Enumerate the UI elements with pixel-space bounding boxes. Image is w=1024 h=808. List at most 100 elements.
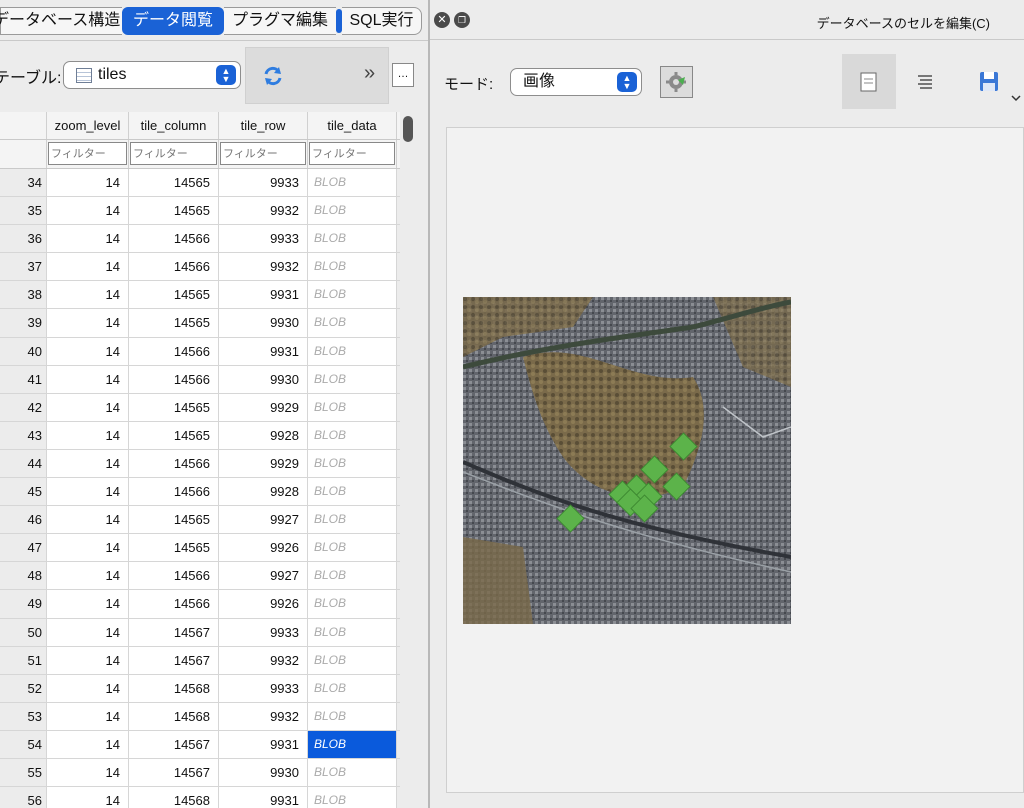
table-row[interactable]: 50 14 14567 9933 BLOB [0,618,400,647]
cell-tile-row[interactable]: 9927 [219,562,308,590]
cell-tile-row[interactable]: 9926 [219,590,308,618]
cell-tile-column[interactable]: 14566 [129,337,219,365]
cell-tile-row[interactable]: 9933 [219,169,308,197]
cell-tile-data[interactable]: BLOB [308,197,397,225]
cell-tile-column[interactable]: 14566 [129,449,219,478]
cell-tile-data[interactable]: BLOB [308,169,397,197]
cell-zoom-level[interactable]: 14 [47,393,129,421]
cell-tile-row[interactable]: 9927 [219,506,308,534]
cell-tile-data[interactable]: BLOB [308,534,397,562]
cell-tile-data[interactable]: BLOB [308,506,397,534]
cell-tile-data[interactable]: BLOB [308,309,397,337]
row-id-cell[interactable]: 40 [0,337,47,365]
cell-zoom-level[interactable]: 14 [47,506,129,534]
table-row[interactable]: 40 14 14566 9931 BLOB [0,337,400,366]
filter-tile-column[interactable] [130,142,217,165]
cell-tile-row[interactable]: 9930 [219,309,308,337]
cell-tile-data[interactable]: BLOB [308,787,397,808]
cell-zoom-level[interactable]: 14 [47,309,129,337]
cell-tile-data[interactable]: BLOB [308,337,397,365]
table-row[interactable]: 47 14 14565 9926 BLOB [0,534,400,563]
scrollbar-thumb[interactable] [403,116,413,142]
cell-tile-row[interactable]: 9930 [219,758,308,787]
cell-tile-row[interactable]: 9928 [219,421,308,449]
cell-tile-column[interactable]: 14566 [129,478,219,506]
close-icon[interactable]: ✕ [434,12,450,28]
export-button[interactable] [898,54,952,109]
cell-tile-row[interactable]: 9933 [219,225,308,253]
cell-tile-row[interactable]: 9930 [219,365,308,393]
table-row[interactable]: 53 14 14568 9932 BLOB [0,702,400,731]
filter-tile-data[interactable] [309,142,395,165]
table-row[interactable]: 45 14 14566 9928 BLOB [0,478,400,507]
cell-zoom-level[interactable]: 14 [47,365,129,393]
cell-tile-column[interactable]: 14565 [129,393,219,421]
table-row[interactable]: 42 14 14565 9929 BLOB [0,393,400,422]
cell-tile-column[interactable]: 14565 [129,281,219,309]
cell-zoom-level[interactable]: 14 [47,197,129,225]
cell-tile-data[interactable]: BLOB [308,225,397,253]
row-id-cell[interactable]: 42 [0,393,47,421]
cell-tile-column[interactable]: 14565 [129,421,219,449]
header-tile-row[interactable]: tile_row [219,112,308,139]
row-id-cell[interactable]: 56 [0,787,47,808]
row-id-cell[interactable]: 53 [0,702,47,730]
cell-tile-column[interactable]: 14568 [129,787,219,808]
cell-zoom-level[interactable]: 14 [47,281,129,309]
header-tile-data[interactable]: tile_data [308,112,397,139]
cell-tile-row[interactable]: 9929 [219,393,308,421]
cell-zoom-level[interactable]: 14 [47,253,129,281]
cell-zoom-level[interactable]: 14 [47,337,129,365]
row-id-cell[interactable]: 41 [0,365,47,393]
cell-tile-data[interactable]: BLOB [308,702,397,730]
table-select[interactable]: tiles ▲ ▼ [63,61,241,89]
table-row[interactable]: 35 14 14565 9932 BLOB [0,197,400,226]
more-options-button[interactable]: … [392,63,414,87]
cell-tile-data[interactable]: BLOB [308,281,397,309]
table-row[interactable]: 41 14 14566 9930 BLOB [0,365,400,394]
grid-scrollbar[interactable] [401,114,415,808]
filter-tile-row[interactable] [220,142,306,165]
table-row[interactable]: 56 14 14568 9931 BLOB [0,787,400,808]
cell-tile-row[interactable]: 9926 [219,534,308,562]
cell-tile-column[interactable]: 14566 [129,365,219,393]
tab-database-structure[interactable]: データベース構造 [0,7,122,35]
cell-tile-data[interactable]: BLOB [308,758,397,787]
table-row[interactable]: 43 14 14565 9928 BLOB [0,421,400,450]
row-id-cell[interactable]: 38 [0,281,47,309]
table-row[interactable]: 38 14 14565 9931 BLOB [0,281,400,310]
row-id-cell[interactable]: 37 [0,253,47,281]
cell-zoom-level[interactable]: 14 [47,674,129,702]
row-id-cell[interactable]: 49 [0,590,47,618]
cell-tile-data[interactable]: BLOB [308,730,397,758]
cell-tile-column[interactable]: 14565 [129,197,219,225]
table-row[interactable]: 39 14 14565 9930 BLOB [0,309,400,338]
cell-tile-column[interactable]: 14568 [129,702,219,730]
table-row[interactable]: 51 14 14567 9932 BLOB [0,646,400,675]
cell-tile-column[interactable]: 14567 [129,646,219,674]
cell-tile-data[interactable]: BLOB [308,646,397,674]
tab-execute-sql[interactable]: SQL実行 [342,7,422,35]
table-row[interactable]: 49 14 14566 9926 BLOB [0,590,400,619]
cell-tile-data[interactable]: BLOB [308,674,397,702]
cell-tile-column[interactable]: 14567 [129,758,219,787]
cell-tile-row[interactable]: 9932 [219,253,308,281]
row-id-cell[interactable]: 55 [0,758,47,787]
row-id-cell[interactable]: 44 [0,449,47,478]
cell-zoom-level[interactable]: 14 [47,421,129,449]
cell-zoom-level[interactable]: 14 [47,534,129,562]
cell-content-area[interactable] [446,127,1024,793]
table-row[interactable]: 34 14 14565 9933 BLOB [0,169,400,198]
table-row[interactable]: 37 14 14566 9932 BLOB [0,253,400,282]
cell-zoom-level[interactable]: 14 [47,590,129,618]
tab-edit-pragmas[interactable]: プラグマ編集 [224,7,336,35]
cell-tile-data[interactable]: BLOB [308,478,397,506]
mode-select[interactable]: 画像 ▲ ▼ [510,68,642,96]
chevrons-right-icon[interactable]: » [364,62,375,85]
cell-zoom-level[interactable]: 14 [47,787,129,808]
cell-zoom-level[interactable]: 14 [47,478,129,506]
cell-zoom-level[interactable]: 14 [47,562,129,590]
auto-format-button[interactable] [660,66,693,98]
header-tile-column[interactable]: tile_column [129,112,219,139]
cell-zoom-level[interactable]: 14 [47,225,129,253]
